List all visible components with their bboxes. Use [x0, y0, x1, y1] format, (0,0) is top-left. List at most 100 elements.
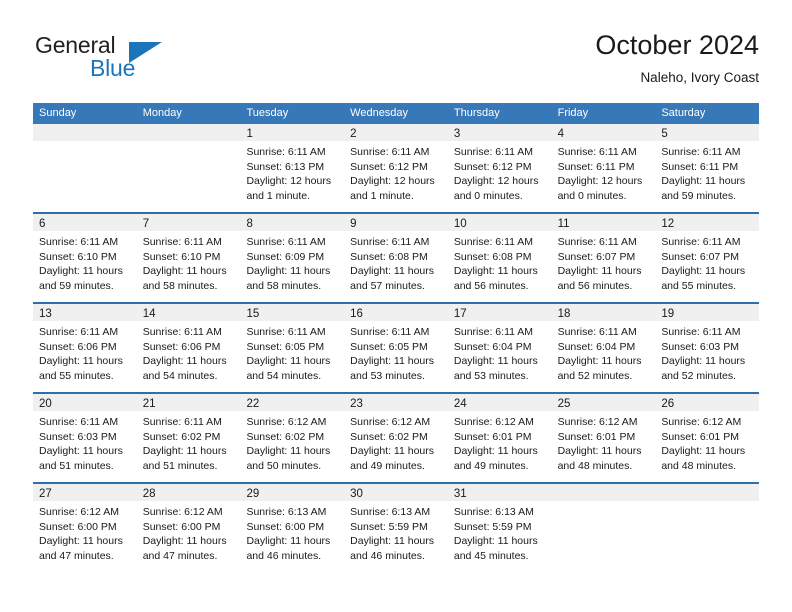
calendar-day-cell[interactable]: 2 Sunrise: 6:11 AM Sunset: 6:12 PM Daylight…	[344, 124, 448, 212]
weekday-header-wednesday: Wednesday	[350, 107, 409, 119]
daylight-text-line1: Daylight: 12 hours	[557, 175, 643, 188]
calendar-day-cell[interactable]: 21 Sunrise: 6:11 AM Sunset: 6:02 PM Dayligh…	[136, 394, 241, 482]
sunrise-text: Sunrise: 6:11 AM	[557, 326, 637, 338]
day-details: Sunrise: 6:11 AM Sunset: 6:02 PM Daylight:…	[137, 411, 241, 473]
calendar-day-cell[interactable]: 7 Sunrise: 6:11 AM Sunset: 6:10 PM Daylight…	[136, 214, 241, 302]
day-number-band: 30	[344, 484, 448, 501]
general-blue-logo[interactable]: General Blue	[33, 32, 253, 90]
day-details: Sunrise: 6:11 AM Sunset: 6:03 PM Daylight:…	[655, 321, 759, 383]
sunrise-text: Sunrise: 6:11 AM	[246, 326, 326, 338]
calendar-day-cell[interactable]: 1 Sunrise: 6:11 AM Sunset: 6:13 PM Daylight…	[240, 124, 345, 212]
calendar-day-cell[interactable]: 24 Sunrise: 6:12 AM Sunset: 6:01 PM Dayligh…	[447, 394, 552, 482]
sunset-text: Sunset: 6:05 PM	[350, 340, 428, 353]
sunrise-text: Sunrise: 6:11 AM	[246, 146, 326, 158]
day-details: Sunrise: 6:11 AM Sunset: 6:03 PM Daylight:…	[33, 411, 137, 473]
day-number: 24	[453, 398, 467, 410]
calendar-day-cell[interactable]: 27 Sunrise: 6:12 AM Sunset: 6:00 PM Dayligh…	[33, 484, 137, 572]
sunrise-text: Sunrise: 6:11 AM	[661, 326, 741, 338]
day-number-band: 28	[136, 484, 241, 501]
day-number: 11	[557, 218, 570, 230]
daylight-text-line1: Daylight: 11 hours	[350, 265, 435, 278]
calendar-day-cell[interactable]: 13 Sunrise: 6:11 AM Sunset: 6:06 PM Dayligh…	[33, 304, 137, 392]
day-number-band	[655, 484, 760, 501]
calendar-day-cell[interactable]: 14 Sunrise: 6:11 AM Sunset: 6:06 PM Dayligh…	[136, 304, 241, 392]
daylight-text-line2: and 53 minutes.	[453, 369, 529, 382]
daylight-text-line1: Daylight: 11 hours	[246, 535, 331, 548]
calendar-day-cell[interactable]: 9 Sunrise: 6:11 AM Sunset: 6:08 PM Daylight…	[344, 214, 448, 302]
calendar-day-cell-empty	[33, 124, 137, 212]
calendar-day-cell[interactable]: 22 Sunrise: 6:12 AM Sunset: 6:02 PM Dayligh…	[240, 394, 345, 482]
day-number-band: 9	[344, 214, 448, 231]
daylight-text-line2: and 52 minutes.	[661, 369, 737, 382]
calendar-day-cell[interactable]: 18 Sunrise: 6:11 AM Sunset: 6:04 PM Dayligh…	[551, 304, 656, 392]
daylight-text-line2: and 54 minutes.	[246, 369, 322, 382]
calendar-day-cell[interactable]: 26 Sunrise: 6:12 AM Sunset: 6:01 PM Dayligh…	[655, 394, 760, 482]
calendar-day-cell[interactable]: 25 Sunrise: 6:12 AM Sunset: 6:01 PM Dayligh…	[551, 394, 656, 482]
calendar-day-cell[interactable]: 12 Sunrise: 6:11 AM Sunset: 6:07 PM Dayligh…	[655, 214, 760, 302]
daylight-text-line1: Daylight: 11 hours	[246, 265, 331, 278]
calendar-day-cell[interactable]: 30 Sunrise: 6:13 AM Sunset: 5:59 PM Dayligh…	[344, 484, 448, 572]
daylight-text-line2: and 55 minutes.	[39, 369, 114, 382]
calendar-day-cell[interactable]: 19 Sunrise: 6:11 AM Sunset: 6:03 PM Dayligh…	[655, 304, 760, 392]
sunset-text: Sunset: 6:01 PM	[453, 430, 532, 443]
day-details: Sunrise: 6:11 AM Sunset: 6:06 PM Daylight:…	[137, 321, 241, 383]
calendar-day-cell[interactable]: 23 Sunrise: 6:12 AM Sunset: 6:02 PM Dayligh…	[344, 394, 448, 482]
calendar-day-cell[interactable]: 16 Sunrise: 6:11 AM Sunset: 6:05 PM Dayligh…	[344, 304, 448, 392]
sunset-text: Sunset: 6:06 PM	[39, 340, 117, 353]
calendar-day-cell[interactable]: 31 Sunrise: 6:13 AM Sunset: 5:59 PM Dayligh…	[447, 484, 552, 572]
sunset-text: Sunset: 6:07 PM	[661, 250, 739, 263]
sunrise-text: Sunrise: 6:13 AM	[350, 506, 431, 518]
daylight-text-line1: Daylight: 11 hours	[557, 355, 642, 368]
daylight-text-line1: Daylight: 11 hours	[557, 265, 642, 278]
calendar-day-cell[interactable]: 4 Sunrise: 6:11 AM Sunset: 6:11 PM Daylight…	[551, 124, 656, 212]
daylight-text-line1: Daylight: 11 hours	[142, 445, 227, 458]
day-details: Sunrise: 6:11 AM Sunset: 6:07 PM Daylight:…	[552, 231, 656, 293]
calendar-day-cell[interactable]: 3 Sunrise: 6:11 AM Sunset: 6:12 PM Daylight…	[447, 124, 552, 212]
calendar-day-cell[interactable]: 6 Sunrise: 6:11 AM Sunset: 6:10 PM Daylight…	[33, 214, 137, 302]
daylight-text-line2: and 49 minutes.	[350, 459, 425, 472]
day-details: Sunrise: 6:12 AM Sunset: 6:00 PM Daylight:…	[137, 501, 241, 563]
calendar-day-cell[interactable]: 17 Sunrise: 6:11 AM Sunset: 6:04 PM Dayligh…	[447, 304, 552, 392]
sunrise-text: Sunrise: 6:12 AM	[39, 506, 119, 518]
calendar-day-cell[interactable]: 11 Sunrise: 6:11 AM Sunset: 6:07 PM Dayligh…	[551, 214, 656, 302]
day-details: Sunrise: 6:11 AM Sunset: 6:07 PM Daylight:…	[655, 231, 759, 293]
calendar-day-cell[interactable]: 8 Sunrise: 6:11 AM Sunset: 6:09 PM Daylight…	[240, 214, 345, 302]
day-number-band: 12	[655, 214, 760, 231]
daylight-text-line1: Daylight: 12 hours	[350, 175, 435, 188]
sunrise-text: Sunrise: 6:11 AM	[142, 236, 222, 248]
daylight-text-line1: Daylight: 11 hours	[661, 445, 746, 458]
day-details: Sunrise: 6:11 AM Sunset: 6:08 PM Daylight:…	[344, 231, 448, 293]
sunset-text: Sunset: 6:01 PM	[557, 430, 636, 443]
day-details: Sunrise: 6:12 AM Sunset: 6:00 PM Daylight:…	[33, 501, 137, 563]
calendar-day-cell[interactable]: 28 Sunrise: 6:12 AM Sunset: 6:00 PM Dayligh…	[136, 484, 241, 572]
sunrise-text: Sunrise: 6:11 AM	[350, 146, 430, 158]
calendar-day-cell[interactable]: 10 Sunrise: 6:11 AM Sunset: 6:08 PM Dayligh…	[447, 214, 552, 302]
day-number-band	[33, 124, 137, 141]
day-number-band	[136, 124, 241, 141]
daylight-text-line1: Daylight: 11 hours	[39, 355, 123, 368]
daylight-text-line2: and 0 minutes.	[557, 189, 627, 202]
page-header: General Blue October 2024 Naleho, Ivory …	[33, 28, 759, 96]
weekday-header-tuesday: Tuesday	[246, 107, 289, 119]
calendar-day-cell[interactable]: 5 Sunrise: 6:11 AM Sunset: 6:11 PM Daylight…	[655, 124, 760, 212]
weekday-header-sunday: Sunday	[39, 107, 77, 119]
calendar-day-cell[interactable]: 15 Sunrise: 6:11 AM Sunset: 6:05 PM Dayligh…	[240, 304, 345, 392]
daylight-text-line2: and 50 minutes.	[246, 459, 322, 472]
day-details: Sunrise: 6:11 AM Sunset: 6:04 PM Daylight:…	[448, 321, 552, 383]
day-details: Sunrise: 6:11 AM Sunset: 6:10 PM Daylight:…	[33, 231, 137, 293]
day-number-band: 15	[240, 304, 345, 321]
calendar-day-cell[interactable]: 20 Sunrise: 6:11 AM Sunset: 6:03 PM Dayligh…	[33, 394, 137, 482]
weekday-header-saturday: Saturday	[661, 107, 706, 119]
daylight-text-line2: and 58 minutes.	[246, 279, 322, 292]
daylight-text-line2: and 48 minutes.	[557, 459, 633, 472]
sunset-text: Sunset: 6:03 PM	[39, 430, 117, 443]
day-number-band: 29	[240, 484, 345, 501]
day-number: 27	[39, 488, 52, 500]
day-number: 19	[661, 308, 675, 320]
daylight-text-line2: and 51 minutes.	[142, 459, 218, 472]
sunset-text: Sunset: 6:08 PM	[350, 250, 428, 263]
title-block: October 2024 Naleho, Ivory Coast	[595, 28, 759, 88]
day-details: Sunrise: 6:11 AM Sunset: 6:10 PM Daylight:…	[137, 231, 241, 293]
calendar-day-cell[interactable]: 29 Sunrise: 6:13 AM Sunset: 6:00 PM Dayligh…	[240, 484, 345, 572]
sunrise-text: Sunrise: 6:11 AM	[453, 236, 534, 248]
